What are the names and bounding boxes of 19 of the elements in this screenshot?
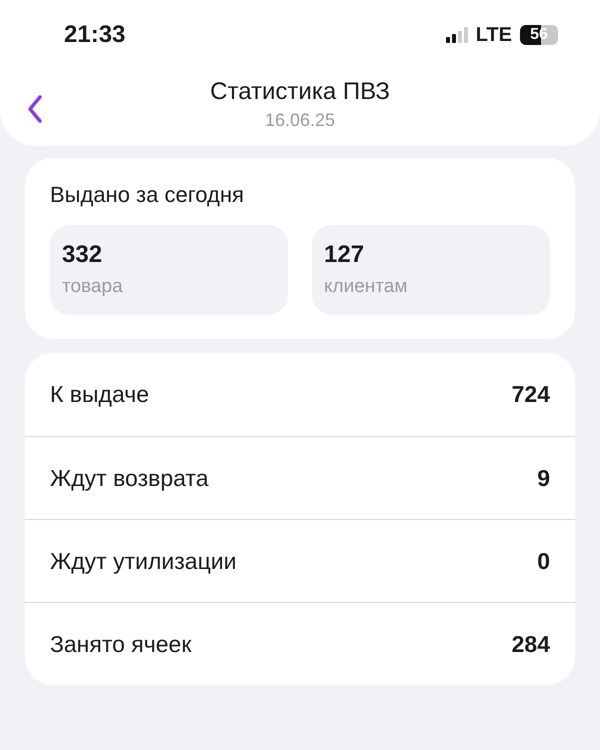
signal-icon xyxy=(446,27,468,43)
page-date: 16.06.25 xyxy=(264,108,336,132)
tile-label: товара xyxy=(62,275,123,299)
status-time: 21:33 xyxy=(64,20,126,50)
card-title: Выдано за сегодня xyxy=(50,182,244,207)
stat-value: 0 xyxy=(537,546,550,576)
network-type: LTE xyxy=(476,23,512,48)
tile-label: клиентам xyxy=(324,275,408,299)
stat-label: К выдаче xyxy=(50,380,150,410)
stat-label: Ждут утилизации xyxy=(50,546,236,576)
stat-value: 9 xyxy=(537,464,550,493)
tile-value: 127 xyxy=(324,240,364,270)
stat-label: Ждут возврата xyxy=(50,464,208,493)
stat-label: Занято ячеек xyxy=(50,630,192,659)
page-title: Статистика ПВЗ xyxy=(210,78,390,107)
stat-value: 284 xyxy=(512,630,550,659)
stat-value: 724 xyxy=(512,380,550,410)
tile-value: 332 xyxy=(62,240,102,270)
back-icon[interactable] xyxy=(26,94,44,124)
